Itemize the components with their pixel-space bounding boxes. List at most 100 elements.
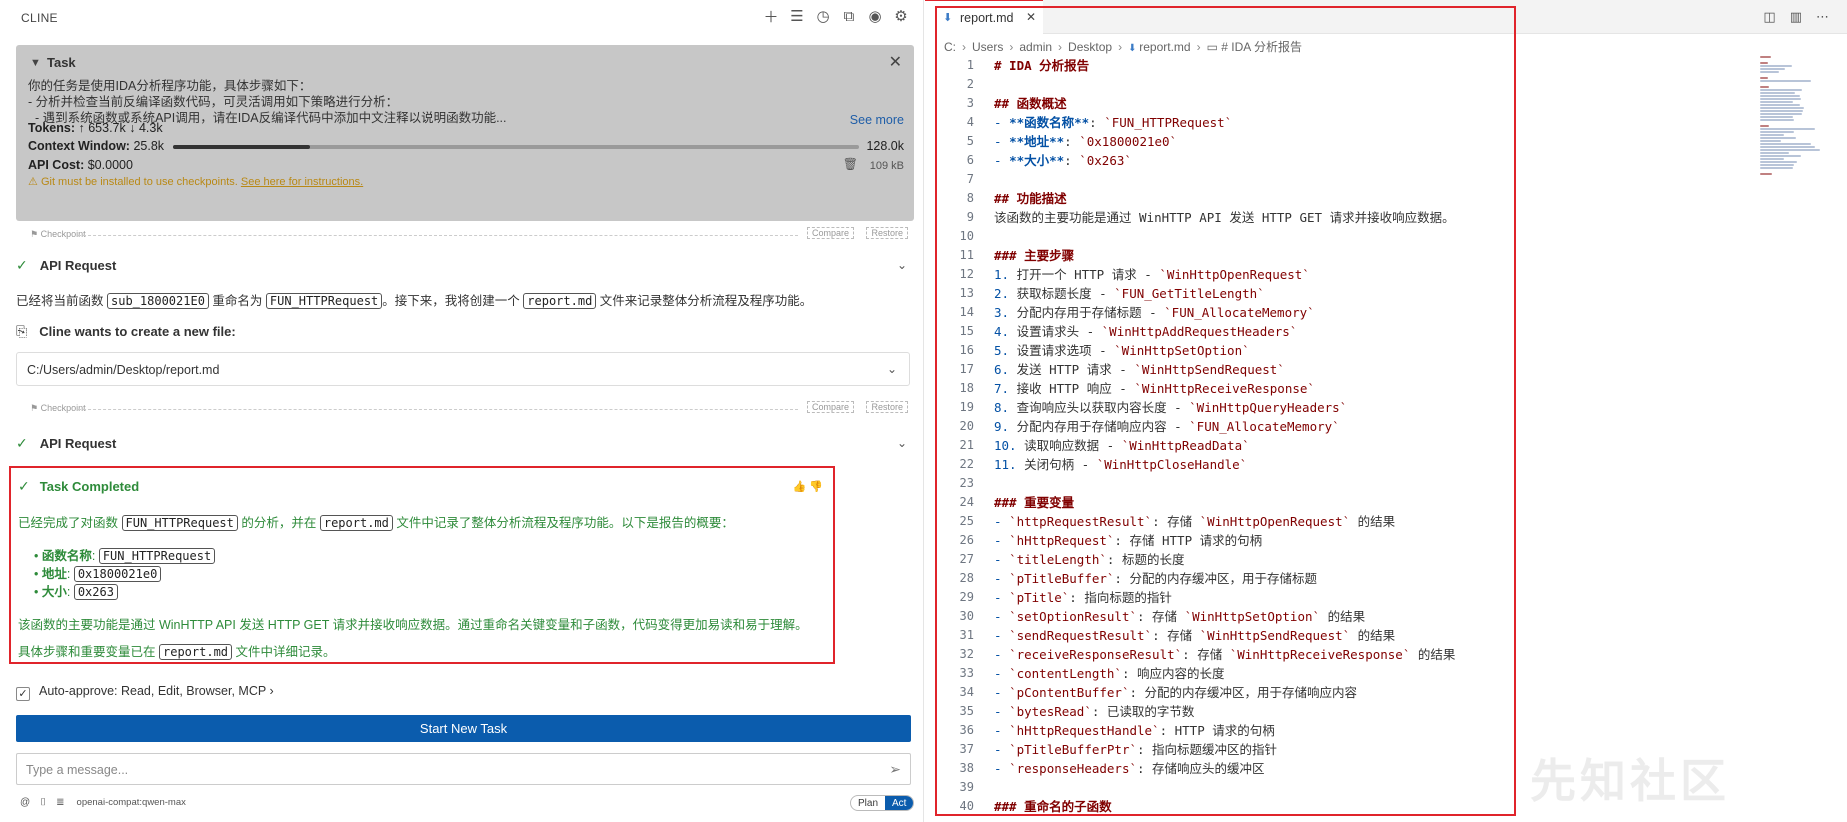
plan-option[interactable]: Plan xyxy=(851,796,885,810)
rename-message: 已经将当前函数 sub_1800021E0 重命名为 FUN_HTTPReque… xyxy=(16,290,812,309)
gear-icon[interactable]: ⚙ xyxy=(892,7,910,25)
history-list-icon[interactable]: ☰ xyxy=(788,7,806,25)
send-icon[interactable]: ➢ xyxy=(889,761,901,778)
msg-text: 重命名为 xyxy=(212,294,263,308)
minimap-line xyxy=(1760,128,1815,130)
camera-icon[interactable]: ⌷ xyxy=(40,797,46,808)
auto-approve-row[interactable]: ✓ Auto-approve: Read, Edit, Browser, MCP … xyxy=(16,684,274,701)
api-request-header-1[interactable]: ✓ API Request xyxy=(16,257,116,274)
check-icon: ✓ xyxy=(16,435,28,451)
minimap-line xyxy=(1760,143,1811,145)
cline-panel: CLINE ＋ ☰ ◷ ⧉ ◉ ⚙ ▼ Task ✕ 你的任务是使用IDA分析程… xyxy=(0,0,924,822)
popout-icon[interactable]: ⧉ xyxy=(840,7,858,25)
api-request-label: API Request xyxy=(39,258,117,273)
api-request-header-2[interactable]: ✓ API Request xyxy=(16,435,116,452)
model-selector[interactable]: openai-compat:qwen-max xyxy=(77,797,186,808)
editor-actions: ◫ ▥ ⋯ xyxy=(1763,9,1829,25)
account-icon[interactable]: ◉ xyxy=(866,7,884,25)
inline-code: 0x1800021e0 xyxy=(73,566,162,582)
checkpoint-row: ⚑ Checkpoint Compare Restore xyxy=(16,401,914,415)
bullet-label: 大小 xyxy=(41,585,67,599)
context-max: 128.0k xyxy=(866,139,904,153)
msg-text: 具体步骤和重要变量已在 xyxy=(18,645,156,659)
minimap-line xyxy=(1760,89,1802,91)
chevron-right-icon[interactable]: › xyxy=(269,684,273,698)
file-path-row[interactable]: C:/Users/admin/Desktop/report.md ⌄ xyxy=(16,352,910,386)
minimap-line xyxy=(1760,134,1785,136)
start-new-task-button[interactable]: Start New Task xyxy=(16,715,911,742)
msg-text: 的分析，并在 xyxy=(241,516,317,530)
thumbs-up-icon[interactable]: 👍 xyxy=(793,481,807,493)
minimap-line xyxy=(1760,167,1793,169)
task-desc-line: - 分析并检查当前反编译函数代码，可灵活调用如下策略进行分析： xyxy=(28,95,399,109)
minimap-line xyxy=(1760,101,1793,103)
summary-bullet: • 函数名称: FUN_HTTPRequest xyxy=(34,545,216,564)
watermark: 先知社区 xyxy=(1530,755,1730,807)
msg-text: 文件中记录了整体分析流程及程序功能。以下是报告的概要： xyxy=(396,516,734,530)
chevron-down-icon[interactable]: ⌄ xyxy=(897,436,907,450)
minimap-line xyxy=(1760,161,1798,163)
header-toolbar: ＋ ☰ ◷ ⧉ ◉ ⚙ xyxy=(762,7,910,26)
bullet-label: 函数名称 xyxy=(41,549,92,563)
api-cost-stat: API Cost: $0.0000 xyxy=(28,158,133,172)
minimap-line xyxy=(1760,119,1795,121)
chevron-down-icon[interactable]: ⌄ xyxy=(887,362,897,376)
minimap-line xyxy=(1760,86,1769,88)
minimap[interactable] xyxy=(1760,56,1820,175)
msg-text: 已经将当前函数 xyxy=(16,294,104,308)
close-icon[interactable]: ✕ xyxy=(889,52,902,72)
completed-final: 具体步骤和重要变量已在 report.md 文件中详细记录。 xyxy=(18,641,336,660)
msg-text: 文件来记录整体分析流程及程序功能。 xyxy=(599,294,813,308)
more-actions-icon[interactable]: ⋯ xyxy=(1816,9,1829,25)
inline-code: 0x263 xyxy=(73,584,118,600)
auto-approve-checkbox[interactable]: ✓ xyxy=(16,687,30,701)
compare-button[interactable]: Compare xyxy=(806,401,854,413)
context-stat: Context Window: 25.8k xyxy=(28,139,164,153)
act-option[interactable]: Act xyxy=(885,796,914,810)
inline-code: report.md xyxy=(319,515,393,531)
create-file-header: ⎘ Cline wants to create a new file: xyxy=(16,323,236,340)
minimap-line xyxy=(1760,125,1769,127)
task-size: 109 kB xyxy=(869,160,904,172)
collapse-caret-icon[interactable]: ▼ xyxy=(30,57,41,69)
server-icon[interactable]: ≣ xyxy=(56,797,64,808)
api-request-label: API Request xyxy=(39,436,117,451)
compare-button[interactable]: Compare xyxy=(806,227,854,239)
minimap-line xyxy=(1760,146,1815,148)
highlight-box xyxy=(935,6,1516,816)
split-editor-icon[interactable]: ▥ xyxy=(1790,9,1802,25)
check-icon: ✓ xyxy=(18,478,30,494)
app-window: CLINE ＋ ☰ ◷ ⧉ ◉ ⚙ ▼ Task ✕ 你的任务是使用IDA分析程… xyxy=(0,0,1847,822)
msg-text: 文件中详细记录。 xyxy=(235,645,336,659)
bookmark-icon: ⚑ xyxy=(30,229,41,239)
minimap-line xyxy=(1760,95,1800,97)
see-more-link[interactable]: See more xyxy=(850,113,904,127)
minimap-line xyxy=(1760,107,1804,109)
trash-icon[interactable]: 🗑 xyxy=(843,157,858,171)
message-input[interactable]: Type a message... ➢ xyxy=(16,753,911,785)
tokens-up: ↑ 653.7k xyxy=(78,121,126,135)
context-used: 25.8k xyxy=(133,139,165,153)
warning-icon: ⚠ xyxy=(28,176,38,188)
restore-button[interactable]: Restore xyxy=(866,401,908,413)
minimap-line xyxy=(1760,68,1786,70)
open-preview-icon[interactable]: ◫ xyxy=(1763,9,1775,25)
task-completed-label: Task Completed xyxy=(39,479,140,494)
minimap-line xyxy=(1760,110,1803,112)
minimap-line xyxy=(1760,62,1768,64)
plan-act-toggle[interactable]: Plan Act xyxy=(850,795,915,811)
minimap-line xyxy=(1760,104,1800,106)
at-mention-icon[interactable]: @ xyxy=(20,797,30,808)
new-file-icon: ⎘ xyxy=(16,323,28,339)
task-completed-block: ✓ Task Completed 👍 👎 已经完成了对函数 FUN_HTTPReq… xyxy=(9,466,835,664)
msg-text: 已经完成了对函数 xyxy=(18,516,119,530)
git-instructions-link[interactable]: See here for instructions. xyxy=(241,176,363,188)
plus-icon[interactable]: ＋ xyxy=(762,7,780,26)
thumbs-down-icon[interactable]: 👎 xyxy=(809,481,823,493)
chevron-down-icon[interactable]: ⌄ xyxy=(897,258,907,272)
api-cost: $0.0000 xyxy=(87,158,133,172)
clock-history-icon[interactable]: ◷ xyxy=(814,7,832,25)
restore-button[interactable]: Restore xyxy=(866,227,908,239)
file-path: C:/Users/admin/Desktop/report.md xyxy=(27,363,220,377)
git-warning-text: Git must be installed to use checkpoints… xyxy=(40,176,238,188)
